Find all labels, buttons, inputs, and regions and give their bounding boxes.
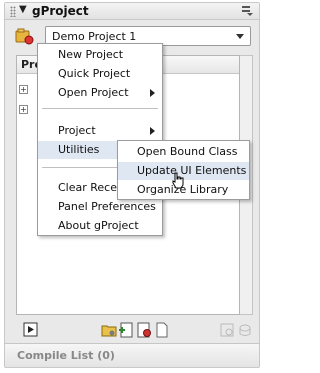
submenu-arrow-icon — [150, 89, 155, 97]
disabled-icon — [219, 322, 235, 338]
expand-node-icon[interactable]: + — [19, 105, 28, 114]
menu-item-new-project[interactable]: New Project — [38, 46, 162, 64]
panel-titlebar[interactable]: ▼ gProject — [5, 3, 259, 20]
utilities-submenu: Open Bound Class Update UI Elements Orga… — [117, 140, 250, 200]
folder-icon[interactable] — [101, 322, 117, 338]
play-icon[interactable] — [23, 322, 39, 338]
menu-item-project[interactable]: Project — [38, 122, 162, 140]
gripper-icon[interactable] — [10, 6, 16, 17]
expand-node-icon[interactable]: + — [19, 85, 28, 94]
panel-options-icon[interactable] — [242, 6, 253, 16]
bottom-toolbar — [5, 319, 259, 341]
collapse-triangle-icon[interactable]: ▼ — [19, 4, 27, 15]
compile-list-label: Compile List (0) — [17, 349, 115, 362]
chevron-down-icon[interactable] — [236, 34, 244, 39]
blank-file-icon[interactable] — [154, 322, 170, 338]
menu-item-panel-preferences[interactable]: Panel Preferences — [38, 198, 162, 216]
menu-separator — [42, 108, 158, 109]
add-file-icon[interactable] — [118, 322, 134, 338]
disabled-icon — [237, 322, 253, 338]
settings-icon[interactable] — [136, 322, 152, 338]
project-icon[interactable] — [15, 27, 35, 45]
project-select-value: Demo Project 1 — [52, 30, 137, 43]
panel-title: gProject — [32, 4, 89, 18]
menu-item-quick-project[interactable]: Quick Project — [38, 65, 162, 83]
compile-list-bar[interactable]: Compile List (0) — [5, 343, 259, 367]
mouse-cursor-icon — [171, 172, 185, 190]
menu-item-about-gproject[interactable]: About gProject — [38, 217, 162, 235]
menu-item-open-project[interactable]: Open Project — [38, 84, 162, 102]
menu-item-open-bound-class[interactable]: Open Bound Class — [118, 143, 249, 161]
submenu-arrow-icon — [150, 127, 155, 135]
